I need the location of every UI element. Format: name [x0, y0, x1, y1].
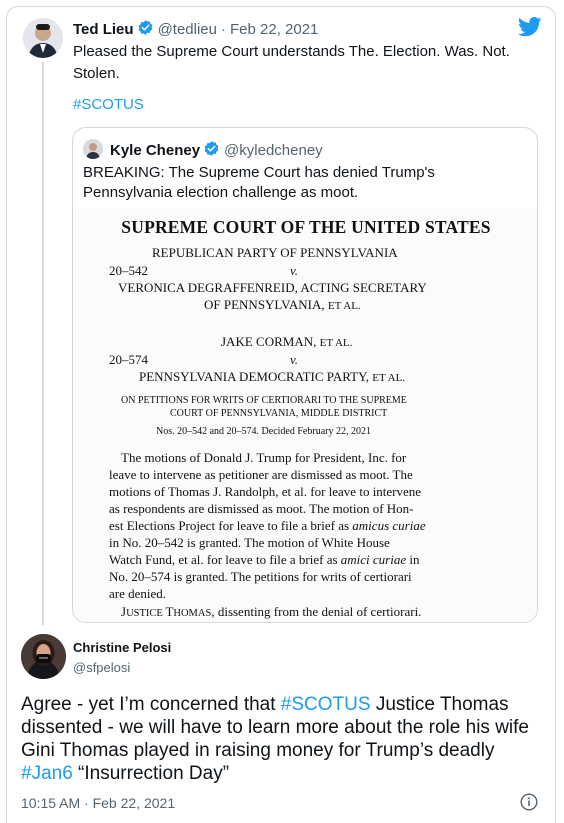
twitter-bird-icon[interactable] [517, 17, 542, 42]
main-timestamp[interactable]: 10:15 AM · Feb 22, 2021 [21, 795, 175, 811]
avatar-ted-lieu[interactable] [23, 18, 63, 58]
doc-body-line: The motions of Donald J. Trump for Presi… [121, 450, 407, 465]
court-order-image[interactable]: SUPREME COURT OF THE UNITED STATES REPUB… [73, 208, 537, 622]
doc-body-line: as respondents are dismissed as moot. Th… [109, 501, 414, 516]
main-author-name[interactable]: Christine Pelosi [73, 640, 171, 655]
doc-body-line: No. 20–574 is granted. The petitions for… [109, 569, 412, 584]
doc-body-line: motions of Thomas J. Randolph, et al. fo… [109, 484, 422, 499]
doc-body: The motions of Donald J. Trump for Presi… [109, 449, 509, 622]
verified-badge-icon [203, 140, 220, 161]
avatar-christine-pelosi[interactable] [21, 634, 66, 679]
doc-body-line: in No. 20–542 is granted. The motion of … [109, 535, 390, 550]
parent-date[interactable]: Feb 22, 2021 [230, 21, 318, 38]
parent-header: Ted Lieu @tedlieu · Feb 22, 2021 [73, 19, 318, 40]
avatar-kyle-cheney [83, 139, 103, 159]
doc-body-line: leave to intervene as petitioner are dis… [109, 467, 413, 482]
doc-dissent: JUSTICE THOMAS, dissenting from the deni… [121, 604, 422, 619]
parent-tweet-text: Pleased the Supreme Court understands Th… [73, 43, 510, 82]
doc-body-line: are denied. [109, 586, 167, 601]
quoted-tweet[interactable]: Kyle Cheney @kyledcheney BREAKING: The S… [72, 127, 538, 623]
doc-case1-number: 20–542 [109, 263, 148, 278]
doc-case2-number: 20–574 [109, 352, 148, 367]
main-text-segment: “Insurrection Day” [72, 763, 230, 784]
separator-dot: · [221, 21, 226, 38]
quote-author-handle: @kyledcheney [224, 142, 323, 159]
parent-author-handle[interactable]: @tedlieu [158, 21, 217, 38]
doc-nos-decided: Nos. 20–542 and 20–574. Decided February… [156, 426, 371, 437]
main-text-segment: Agree - yet I’m concerned that [21, 694, 281, 715]
doc-case2-party1: JAKE CORMAN, ET AL. [221, 334, 353, 349]
quote-header: Kyle Cheney @kyledcheney [110, 140, 323, 161]
doc-case1-party2-line2: OF PENNSYLVANIA, ET AL. [204, 297, 361, 312]
main-tweet-text: Agree - yet I’m concerned that #SCOTUS J… [21, 693, 551, 785]
main-author-handle[interactable]: @sfpelosi [73, 660, 130, 675]
parent-hashtag-link[interactable]: #SCOTUS [73, 96, 144, 113]
doc-body-line: est Elections Project for leave to file … [109, 518, 426, 533]
thread-line [42, 62, 44, 625]
doc-case1-party2-line1: VERONICA DEGRAFFENREID, ACTING SECRETARY [118, 280, 427, 295]
doc-v2: v. [290, 352, 299, 367]
parent-author-name[interactable]: Ted Lieu [73, 21, 134, 38]
verified-badge-icon [137, 19, 154, 40]
info-icon[interactable] [520, 793, 538, 816]
quote-author-name: Kyle Cheney [110, 142, 201, 159]
quote-text: BREAKING: The Supreme Court has denied T… [83, 164, 435, 201]
hashtag-scotus-link[interactable]: #SCOTUS [281, 694, 371, 715]
doc-body-line: Watch Fund, et al. for leave to file a b… [109, 552, 420, 567]
doc-v1: v. [290, 263, 299, 278]
doc-case2-party2: PENNSYLVANIA DEMOCRATIC PARTY, ET AL. [139, 369, 406, 384]
doc-title: SUPREME COURT OF THE UNITED STATES [121, 217, 491, 237]
doc-case1-party1: REPUBLICAN PARTY OF PENNSYLVANIA [152, 245, 398, 260]
doc-petitions-line1: ON PETITIONS FOR WRITS OF CERTIORARI TO … [121, 395, 407, 406]
doc-petitions-line2: COURT OF PENNSYLVANIA, MIDDLE DISTRICT [170, 408, 388, 419]
hashtag-jan6-link[interactable]: #Jan6 [21, 763, 73, 784]
